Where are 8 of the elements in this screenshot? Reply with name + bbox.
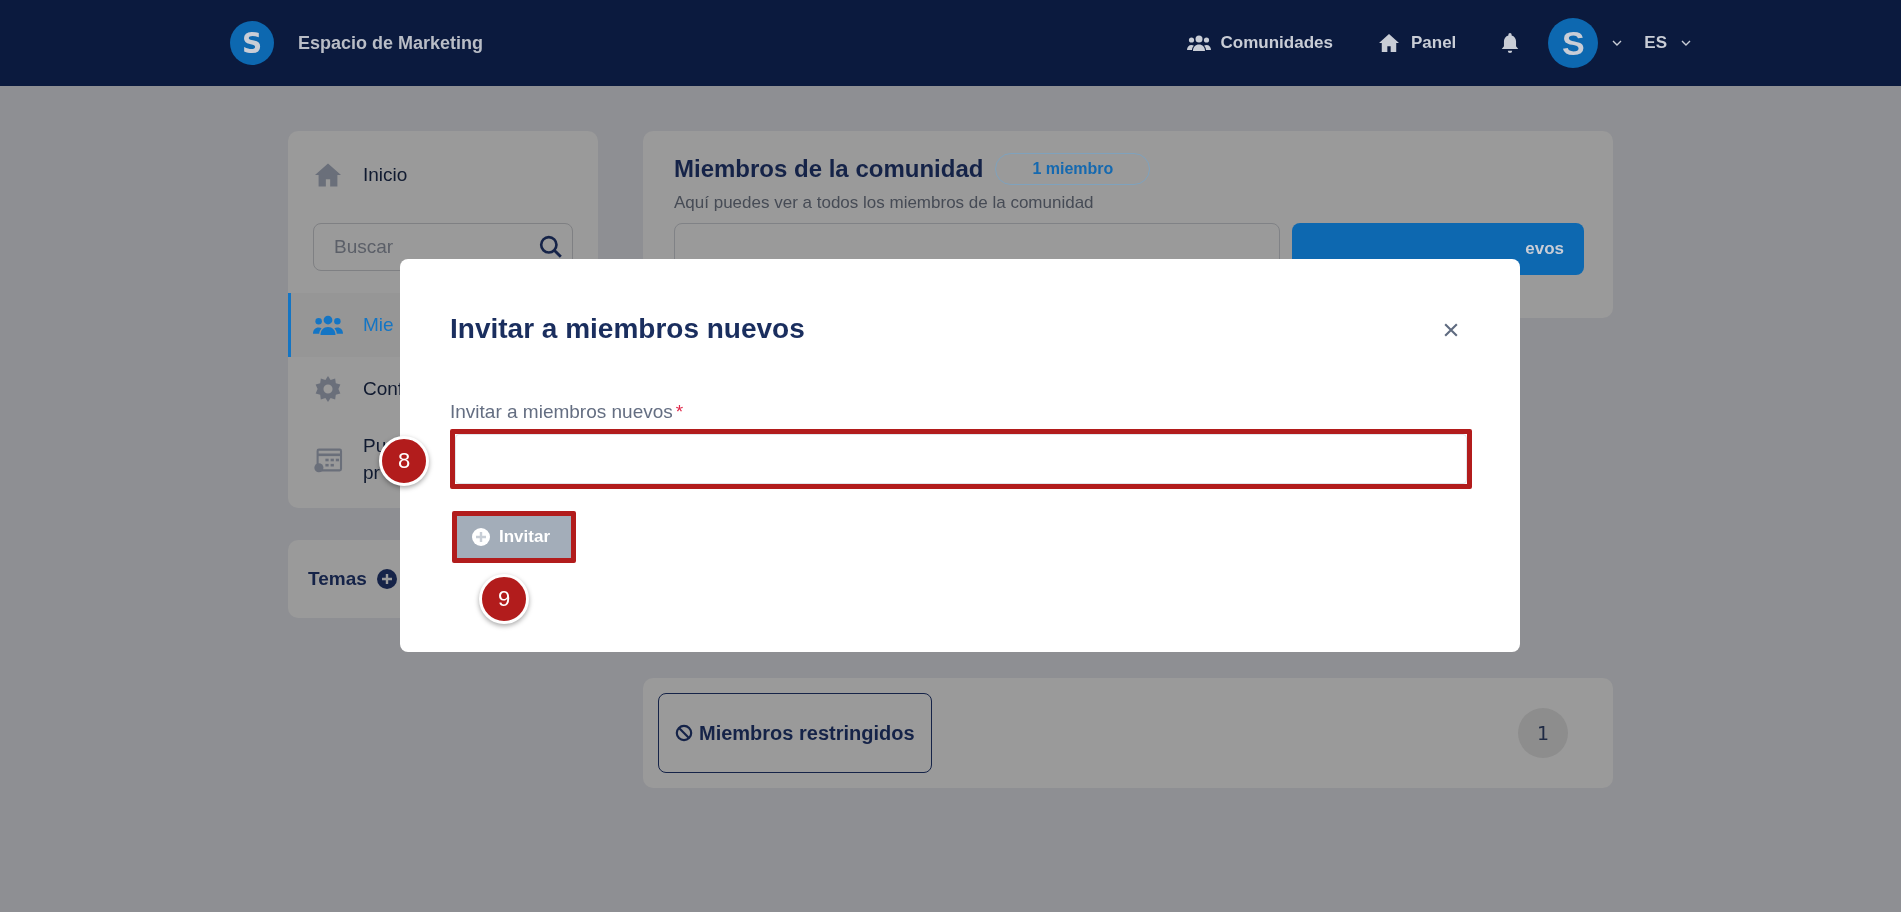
dialog-title: Invitar a miembros nuevos [450, 313, 805, 345]
site-title: Espacio de Marketing [298, 32, 484, 54]
panel-title: Miembros de la comunidad [674, 155, 984, 183]
topics-heading: Temas [308, 568, 367, 591]
panel-subtitle: Aquí puedes ver a todos los miembros de la comunidad [674, 193, 1095, 213]
step-marker: 9 [479, 574, 529, 624]
field-label: Invitar a miembros nuevos* [450, 401, 685, 423]
count-badge: 1 [1518, 708, 1568, 758]
